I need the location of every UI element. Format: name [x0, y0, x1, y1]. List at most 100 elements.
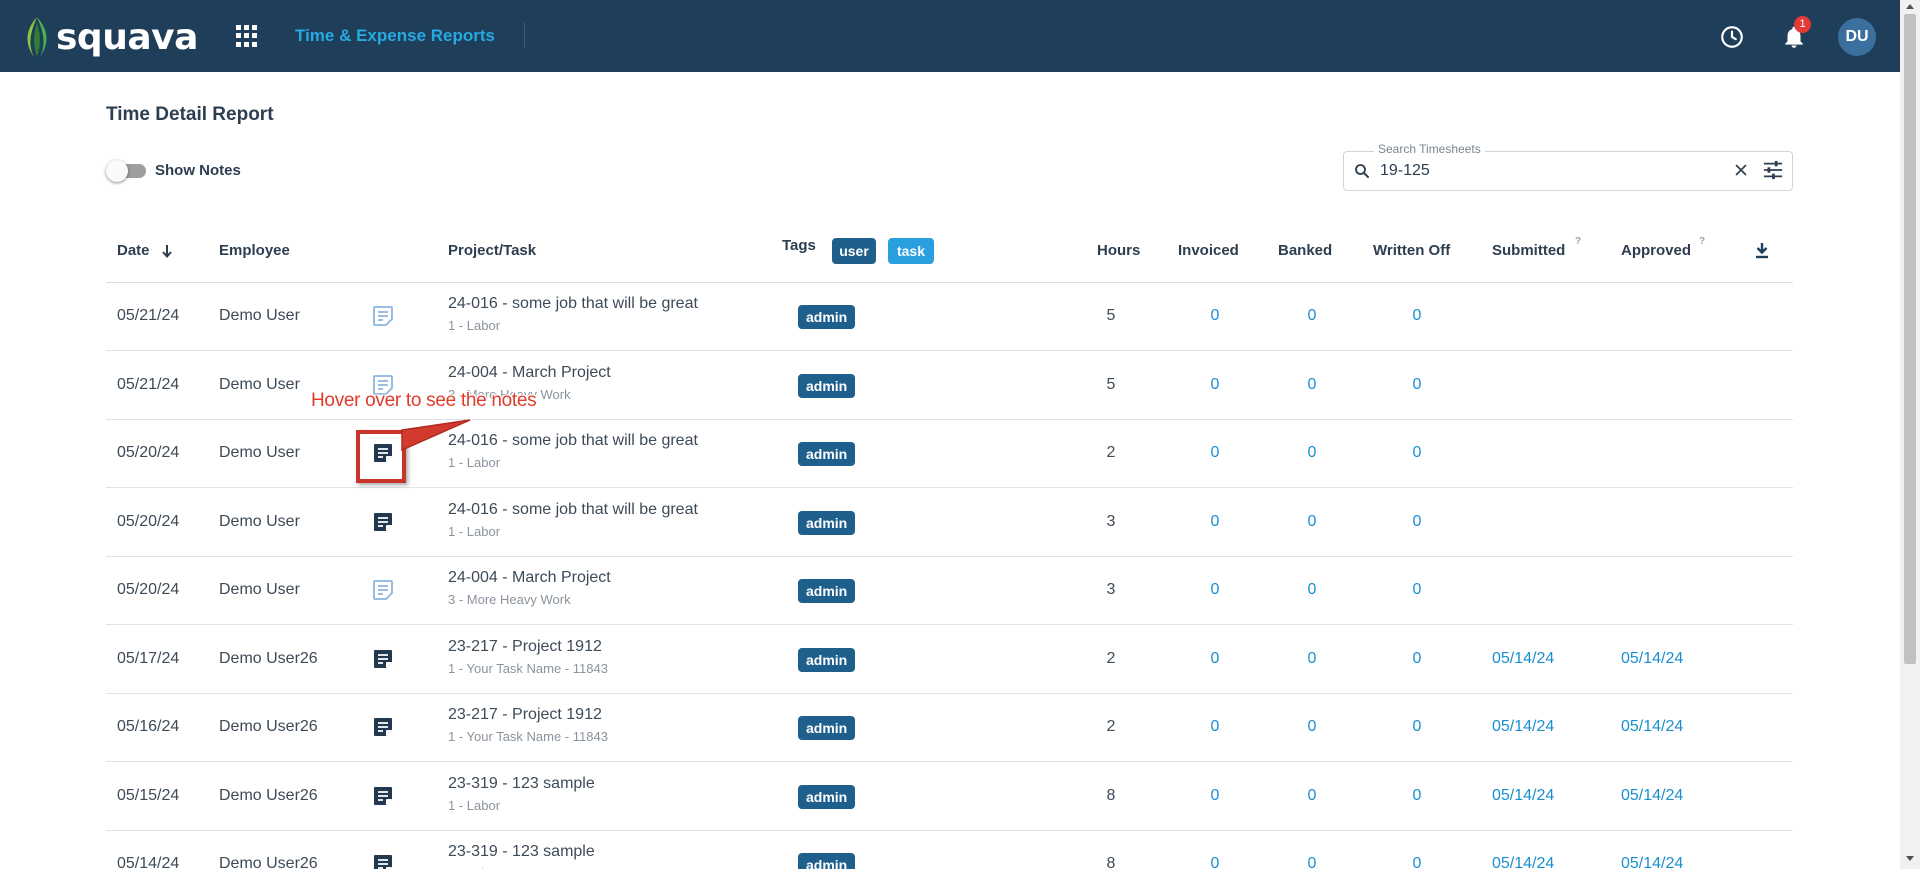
column-header-date[interactable]: Date: [117, 242, 150, 259]
row-invoiced-link[interactable]: 0: [1205, 513, 1225, 531]
column-header-project[interactable]: Project/Task: [448, 242, 536, 259]
row-submitted-link[interactable]: 05/14/24: [1492, 855, 1554, 869]
row-banked-link[interactable]: 0: [1302, 307, 1322, 325]
row-task: 1 - Labor: [448, 318, 501, 333]
row-written-off-link[interactable]: 0: [1407, 376, 1427, 394]
row-employee: Demo User: [219, 307, 300, 324]
row-hours: 5: [1106, 307, 1116, 324]
page-scrollbar[interactable]: [1900, 0, 1920, 869]
table-row[interactable]: 05/15/24 Demo User26 23-319 - 123 sample 1 …: [106, 763, 1793, 831]
row-invoiced-link[interactable]: 0: [1205, 855, 1225, 869]
row-task: 1 - Labor: [448, 523, 501, 539]
row-project: 23-217 - Project 1912: [448, 706, 602, 723]
row-invoiced-link[interactable]: 0: [1205, 581, 1225, 599]
row-invoiced-link[interactable]: 0: [1205, 376, 1225, 394]
row-banked-link[interactable]: 0: [1302, 787, 1322, 805]
row-approved-link[interactable]: 05/14/24: [1621, 650, 1683, 668]
note-icon[interactable]: [372, 511, 394, 533]
search-icon: [1355, 164, 1369, 178]
row-invoiced-link[interactable]: 0: [1205, 444, 1225, 462]
column-header-written-off[interactable]: Written Off: [1373, 242, 1450, 259]
row-invoiced-link[interactable]: 0: [1205, 718, 1225, 736]
app-title-link[interactable]: Time & Expense Reports: [295, 26, 495, 46]
table-row[interactable]: 05/20/24 Demo User 24-004 - March Project 3…: [106, 557, 1793, 625]
row-date: 05/16/24: [117, 718, 180, 735]
row-task: 3 - More Heavy Work: [448, 592, 571, 607]
row-employee: Demo User: [219, 581, 300, 598]
row-banked-link[interactable]: 0: [1302, 855, 1322, 869]
note-outline-icon[interactable]: [372, 579, 394, 601]
tag-filter-task[interactable]: task: [888, 238, 934, 264]
column-header-banked[interactable]: Banked: [1278, 242, 1332, 259]
note-icon[interactable]: [372, 853, 394, 869]
arrow-down-icon[interactable]: [160, 243, 174, 259]
row-written-off-link[interactable]: 0: [1407, 444, 1427, 462]
scrollbar-thumb[interactable]: [1904, 14, 1916, 664]
download-icon[interactable]: [1753, 241, 1771, 261]
note-icon[interactable]: [372, 785, 394, 807]
scroll-up-arrow-icon[interactable]: [1906, 4, 1914, 9]
row-written-off-link[interactable]: 0: [1407, 513, 1427, 531]
row-banked-link[interactable]: 0: [1302, 650, 1322, 668]
column-header-hours[interactable]: Hours: [1097, 242, 1140, 259]
squava-logo[interactable]: squava: [22, 11, 198, 63]
search-input[interactable]: [1380, 160, 1720, 182]
row-approved-link[interactable]: 05/14/24: [1621, 787, 1683, 805]
row-banked-link[interactable]: 0: [1302, 513, 1322, 531]
column-header-submitted[interactable]: Submitted: [1492, 242, 1565, 259]
row-invoiced-link[interactable]: 0: [1205, 650, 1225, 668]
row-tag-badge: admin: [798, 784, 856, 809]
row-project: 24-016 - some job that will be great: [448, 432, 698, 449]
apps-grid-icon[interactable]: [236, 25, 258, 47]
page-title: Time Detail Report: [106, 104, 274, 125]
brand-name: squava: [56, 16, 198, 58]
row-invoiced-link[interactable]: 0: [1205, 787, 1225, 805]
note-icon[interactable]: [372, 648, 394, 670]
row-employee: Demo User: [219, 444, 300, 461]
row-task: 1 - Your Task Name - 11843: [448, 660, 608, 676]
scroll-down-arrow-icon[interactable]: [1906, 856, 1914, 861]
column-header-approved[interactable]: Approved: [1621, 242, 1691, 259]
submitted-help-icon[interactable]: ?: [1575, 236, 1581, 247]
row-employee: Demo User26: [219, 718, 318, 735]
table-row[interactable]: 05/14/24Demo User2623-319 - 123 sample1 …: [106, 831, 1793, 869]
row-approved-link[interactable]: 05/14/24: [1621, 855, 1683, 869]
row-date: 05/20/24: [117, 581, 180, 598]
row-invoiced-link[interactable]: 0: [1205, 307, 1225, 325]
close-icon[interactable]: [1732, 161, 1750, 179]
table-row[interactable]: 05/17/24 Demo User26 23-217 - Project 1912…: [106, 626, 1793, 694]
row-hours: 2: [1106, 718, 1116, 735]
column-header-invoiced[interactable]: Invoiced: [1178, 242, 1239, 259]
approved-help-icon[interactable]: ?: [1699, 236, 1705, 247]
note-icon[interactable]: [372, 716, 394, 738]
row-banked-link[interactable]: 0: [1302, 581, 1322, 599]
row-banked-link[interactable]: 0: [1302, 718, 1322, 736]
row-submitted-link[interactable]: 05/14/24: [1492, 787, 1554, 805]
show-notes-toggle[interactable]: [106, 160, 146, 182]
tag-filter-user[interactable]: user: [832, 238, 876, 264]
row-written-off-link[interactable]: 0: [1407, 650, 1427, 668]
row-project: 24-016 - some job that will be great: [448, 500, 698, 518]
row-submitted-link[interactable]: 05/14/24: [1492, 718, 1554, 736]
clock-icon[interactable]: [1719, 24, 1745, 50]
row-written-off-link[interactable]: 0: [1407, 718, 1427, 736]
tune-icon[interactable]: [1762, 160, 1784, 180]
row-written-off-link[interactable]: 0: [1407, 787, 1427, 805]
row-written-off-link[interactable]: 0: [1407, 581, 1427, 599]
table-row[interactable]: 05/21/24 Demo User 24-016 - some job that …: [106, 283, 1793, 351]
table-row[interactable]: 05/20/24 Demo User 24-016 - some job that …: [106, 489, 1793, 557]
row-submitted-link[interactable]: 05/14/24: [1492, 650, 1554, 668]
note-outline-icon[interactable]: [372, 305, 394, 327]
row-approved-link[interactable]: 05/14/24: [1621, 718, 1683, 736]
row-written-off-link[interactable]: 0: [1407, 855, 1427, 869]
column-header-employee[interactable]: Employee: [219, 242, 290, 259]
row-banked-link[interactable]: 0: [1302, 376, 1322, 394]
user-avatar[interactable]: DU: [1838, 18, 1876, 56]
row-date: 05/20/24: [117, 444, 180, 461]
row-written-off-link[interactable]: 0: [1407, 307, 1427, 325]
annotation-highlight-box: [356, 430, 406, 483]
row-date: 05/21/24: [117, 375, 180, 393]
row-date: 05/17/24: [117, 649, 180, 667]
table-row[interactable]: 05/16/24 Demo User26 23-217 - Project 1912…: [106, 694, 1793, 762]
row-banked-link[interactable]: 0: [1302, 444, 1322, 462]
